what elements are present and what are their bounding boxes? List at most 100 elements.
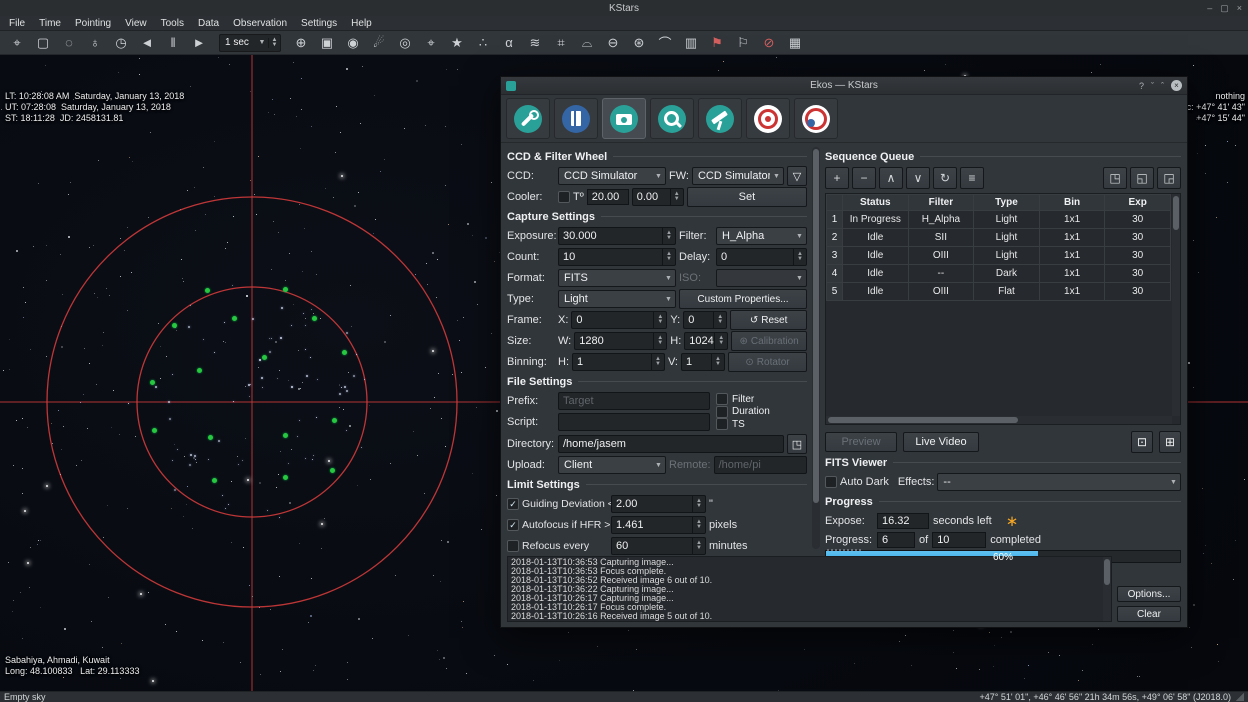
frame-x-spinbox[interactable]: 0 ▲▼ [571, 311, 667, 329]
queue-vertical-scrollbar[interactable] [1172, 194, 1180, 416]
filter-manager-button[interactable]: ▽ [787, 166, 807, 186]
options-button[interactable]: Options... [1117, 586, 1181, 602]
observation-list-icon[interactable]: ▥ [678, 33, 704, 53]
auto-dark-checkbox[interactable] [825, 476, 837, 488]
log-scrollbar[interactable] [1103, 557, 1111, 621]
column-header[interactable]: Type [974, 195, 1040, 211]
reset-frame-button[interactable]: ↺ Reset [730, 310, 807, 330]
ekos-tab-align[interactable] [794, 98, 838, 139]
menu-item[interactable]: Observation [226, 16, 294, 30]
save-sequence-icon[interactable]: ◱ [1130, 167, 1154, 189]
size-w-spinbox[interactable]: 1280 ▲▼ [574, 332, 667, 350]
exposure-spinbox[interactable]: 30.000 ▲▼ [558, 227, 676, 245]
lock-position-icon[interactable]: ⊛ [626, 33, 652, 53]
maximize-icon[interactable]: ▢ [1220, 3, 1229, 14]
binning-h-spinbox[interactable]: 1 ▲▼ [572, 353, 665, 371]
find-object-icon[interactable]: ◌ [56, 33, 82, 53]
sequence-job-row[interactable]: 4 Idle -- Dark 1x1 30 [827, 265, 1171, 283]
binning-v-spinbox[interactable]: 1 ▲▼ [681, 353, 725, 371]
spin-arrows-icon[interactable]: ▲▼ [714, 333, 727, 349]
spin-arrows-icon[interactable]: ▲▼ [711, 354, 724, 370]
add-job-icon[interactable]: + [825, 167, 849, 189]
browse-directory-button[interactable]: ◳ [787, 434, 807, 454]
temperature-spinbox[interactable]: 0.00 ▲▼ [632, 188, 684, 206]
solar-system-icon[interactable]: ◉ [340, 33, 366, 53]
stars-icon[interactable]: ★ [444, 33, 470, 53]
job-down-icon[interactable]: ∨ [906, 167, 930, 189]
minimize-icon[interactable]: – [1207, 3, 1212, 14]
menu-item[interactable]: View [118, 16, 154, 30]
telescope-control-icon[interactable]: ⌒ [652, 33, 678, 53]
frame-y-spinbox[interactable]: 0 ▲▼ [683, 311, 727, 329]
time-pause-icon[interactable]: ‖ [160, 33, 186, 53]
spin-arrows-icon[interactable]: ▲▼ [713, 312, 726, 328]
ekos-tab-focus[interactable] [650, 98, 694, 139]
help-icon[interactable]: ? [1139, 81, 1144, 91]
cooler-checkbox[interactable] [558, 191, 570, 203]
sky-image-icon[interactable]: ▣ [314, 33, 340, 53]
sequence-job-row[interactable]: 2 Idle SII Light 1x1 30 [827, 229, 1171, 247]
menu-item[interactable]: Help [344, 16, 379, 30]
flag-icon[interactable]: ⚑ [704, 33, 730, 53]
job-details-icon[interactable]: ≡ [960, 167, 984, 189]
save-sequence-as-icon[interactable]: ◲ [1157, 167, 1181, 189]
menu-item[interactable]: Pointing [68, 16, 118, 30]
column-header[interactable]: Status [843, 195, 909, 211]
size-h-spinbox[interactable]: 1024 ▲▼ [684, 332, 728, 350]
geolocation-icon[interactable]: ♁ [82, 33, 108, 53]
menu-item[interactable]: Settings [294, 16, 344, 30]
column-header[interactable]: Exp [1105, 195, 1171, 211]
spin-arrows-icon[interactable]: ▲▼ [653, 312, 666, 328]
hips-overlay-icon[interactable]: ▦ [782, 33, 808, 53]
milky-way-icon[interactable]: ≋ [522, 33, 548, 53]
spin-arrows-icon[interactable]: ▲▼ [670, 189, 683, 205]
custom-properties-button[interactable]: Custom Properties... [679, 289, 807, 309]
ccd-combobox[interactable]: CCD Simulator ▼ [558, 167, 666, 185]
menu-item[interactable]: Data [191, 16, 226, 30]
sequence-queue-table[interactable]: StatusFilterTypeBinExp 1 In Progress H_A… [826, 194, 1171, 301]
frame-type-combobox[interactable]: Light ▼ [558, 290, 676, 308]
menu-item[interactable]: Tools [154, 16, 191, 30]
time-reverse-icon[interactable]: ◄ [134, 33, 160, 53]
close-icon[interactable]: × [1237, 3, 1242, 14]
prefix-input[interactable]: Target [558, 392, 710, 410]
pointing-icon[interactable]: ⌖ [4, 33, 30, 53]
set-temperature-button[interactable]: Set [687, 187, 807, 207]
coordinate-grid-icon[interactable]: ⌗ [548, 33, 574, 53]
limit-checkbox[interactable]: ✓ [507, 498, 519, 510]
ekos-tab-setup[interactable] [506, 98, 550, 139]
ekos-tab-capture[interactable] [602, 98, 646, 139]
prefix-duration-checkbox[interactable] [716, 406, 728, 418]
open-sequence-icon[interactable]: ◳ [1103, 167, 1127, 189]
job-up-icon[interactable]: ∧ [879, 167, 903, 189]
spin-arrows-icon[interactable]: ▲▼ [692, 517, 705, 533]
column-header[interactable]: Filter [908, 195, 974, 211]
filter-wheel-combobox[interactable]: CCD Simulator ▼ [692, 167, 784, 185]
capture-panel-scrollbar[interactable] [812, 147, 820, 549]
time-advance-icon[interactable]: ► [186, 33, 212, 53]
script-input[interactable] [558, 413, 710, 431]
timestep-spin-arrows-icon[interactable]: ▲▼ [268, 38, 280, 48]
column-header[interactable]: Bin [1039, 195, 1105, 211]
spin-arrows-icon[interactable]: ▲▼ [793, 249, 806, 265]
upload-combobox[interactable]: Client ▼ [558, 456, 666, 474]
capture-log[interactable]: 2018-01-13T10:36:53 Capturing image...20… [507, 556, 1112, 622]
spin-arrows-icon[interactable]: ▲▼ [692, 496, 705, 512]
prefix-ts-checkbox[interactable] [716, 418, 728, 430]
unshade-icon[interactable]: ˆ [1161, 81, 1164, 91]
menu-item[interactable]: File [2, 16, 32, 30]
spin-arrows-icon[interactable]: ▲▼ [653, 333, 666, 349]
reset-queue-icon[interactable]: ↻ [933, 167, 957, 189]
constellation-names-icon[interactable]: α [496, 33, 522, 53]
horizontal-grid-icon[interactable]: ⊖ [600, 33, 626, 53]
ekos-tab-mount[interactable] [698, 98, 742, 139]
delay-spinbox[interactable]: 0 ▲▼ [716, 248, 807, 266]
ekos-tab-scheduler[interactable] [554, 98, 598, 139]
fov-symbol-icon[interactable]: ▢ [30, 33, 56, 53]
sequence-job-row[interactable]: 5 Idle OIII Flat 1x1 30 [827, 283, 1171, 301]
ekos-tab-guide[interactable] [746, 98, 790, 139]
deep-sky-objects-icon[interactable]: ◎ [392, 33, 418, 53]
live-video-button[interactable]: Live Video [903, 432, 979, 452]
supernova-icon[interactable]: ⊘ [756, 33, 782, 53]
spin-arrows-icon[interactable]: ▲▼ [651, 354, 664, 370]
